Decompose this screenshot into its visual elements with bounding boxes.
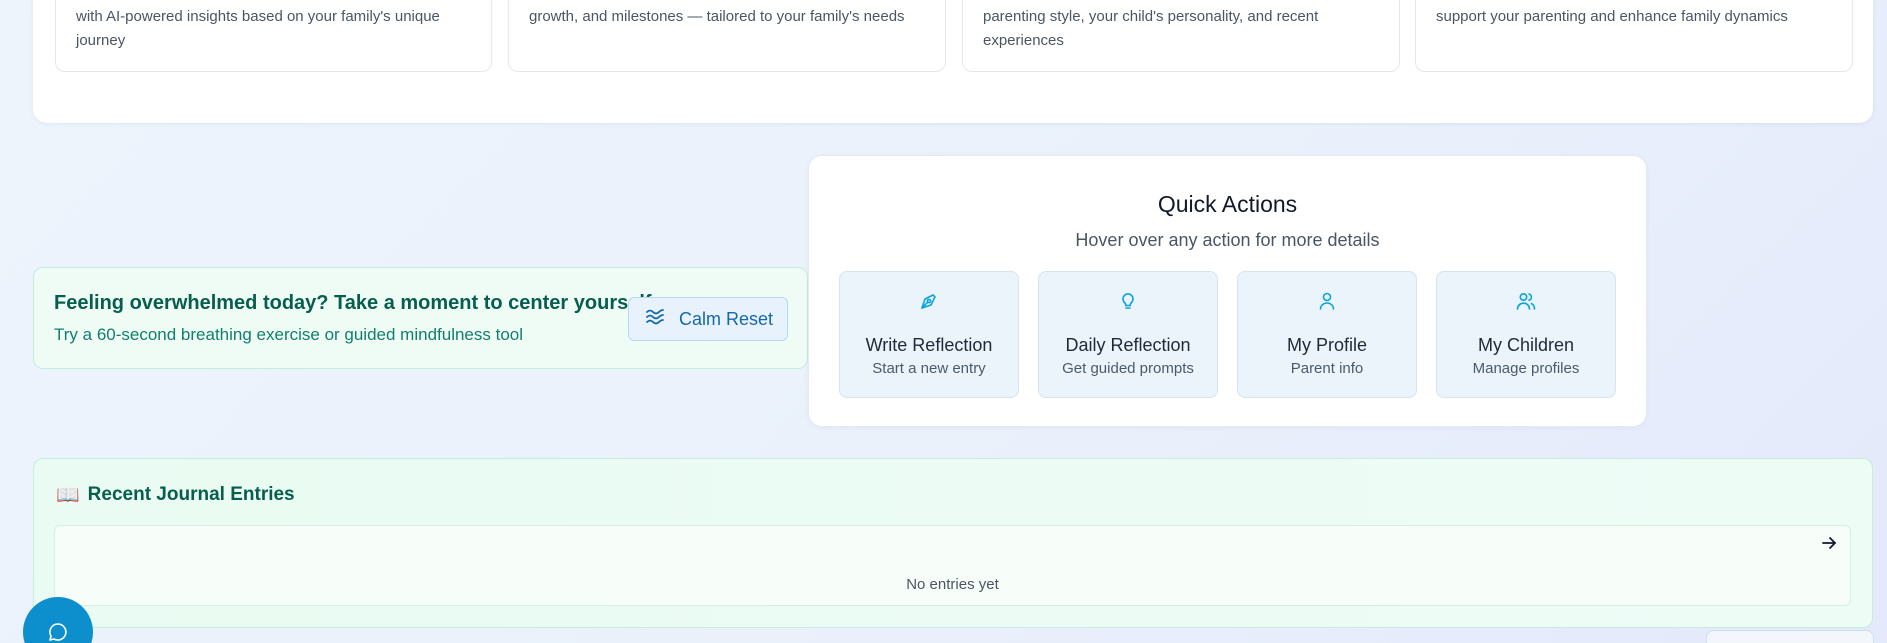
quick-action-desc: Start a new entry [872, 360, 986, 377]
feature-card-guidance: Get stage-specific guidance on each chil… [508, 0, 946, 72]
feature-card-text: See your parenting wins, patterns, and p… [76, 0, 461, 49]
journal-entries-list: No entries yet [54, 525, 1851, 606]
book-icon: 📖 [56, 485, 80, 506]
quick-action-desc: Parent info [1290, 360, 1364, 377]
pen-nib-icon [840, 290, 1018, 312]
calm-banner-title: Feeling overwhelmed today? Take a moment… [54, 292, 658, 314]
calm-banner-subtitle: Try a 60-second breathing exercise or gu… [54, 325, 524, 344]
quick-action-desc: Get guided prompts [1062, 360, 1194, 377]
recent-journal-heading: 📖 Recent Journal Entries [56, 483, 295, 507]
quick-action-label: My Children [1477, 335, 1575, 355]
feature-card-text: Receive actionable recommendations based… [983, 0, 1332, 49]
user-icon [1238, 290, 1416, 312]
calm-banner: Feeling overwhelmed today? Take a moment… [33, 267, 808, 369]
journal-empty-text: No entries yet [906, 576, 999, 593]
quick-actions-subtitle: Hover over any action for more details [1075, 230, 1380, 250]
arrow-right-icon[interactable] [1820, 534, 1838, 557]
feature-card-text: Get stage-specific guidance on each chil… [529, 0, 905, 25]
my-children-button[interactable]: My Children Manage profiles [1436, 271, 1616, 398]
feature-card-progress: See your parenting wins, patterns, and p… [55, 0, 492, 72]
my-profile-button[interactable]: My Profile Parent info [1237, 271, 1417, 398]
waves-icon [645, 308, 665, 331]
quick-action-label: Write Reflection [865, 335, 993, 355]
quick-action-desc: Manage profiles [1472, 360, 1580, 377]
daily-reflection-button[interactable]: Daily Reflection Get guided prompts [1038, 271, 1218, 398]
calm-reset-label: Calm Reset [679, 308, 774, 329]
chat-bubble-icon [47, 621, 69, 643]
quick-actions-panel: Quick Actions Hover over any action for … [808, 155, 1647, 427]
corner-action-button[interactable] [1706, 630, 1874, 643]
users-icon [1437, 290, 1615, 312]
feature-card-recommendations: Receive actionable recommendations based… [962, 0, 1400, 72]
recent-journal-panel: 📖 Recent Journal Entries No entries yet [33, 458, 1873, 628]
calm-reset-button[interactable]: Calm Reset [628, 297, 788, 341]
quick-action-label: Daily Reflection [1065, 335, 1191, 355]
quick-actions-title: Quick Actions [1157, 191, 1298, 217]
feature-card-suggestions: Discover 3 thoughtful, evidence-informed… [1415, 0, 1853, 72]
lightbulb-icon [1039, 290, 1217, 312]
feature-card-text: Discover 3 thoughtful, evidence-informed… [1436, 0, 1810, 25]
write-reflection-button[interactable]: Write Reflection Start a new entry [839, 271, 1019, 398]
features-panel: See your parenting wins, patterns, and p… [33, 0, 1873, 123]
recent-journal-title: Recent Journal Entries [87, 484, 295, 505]
quick-action-label: My Profile [1286, 335, 1367, 355]
